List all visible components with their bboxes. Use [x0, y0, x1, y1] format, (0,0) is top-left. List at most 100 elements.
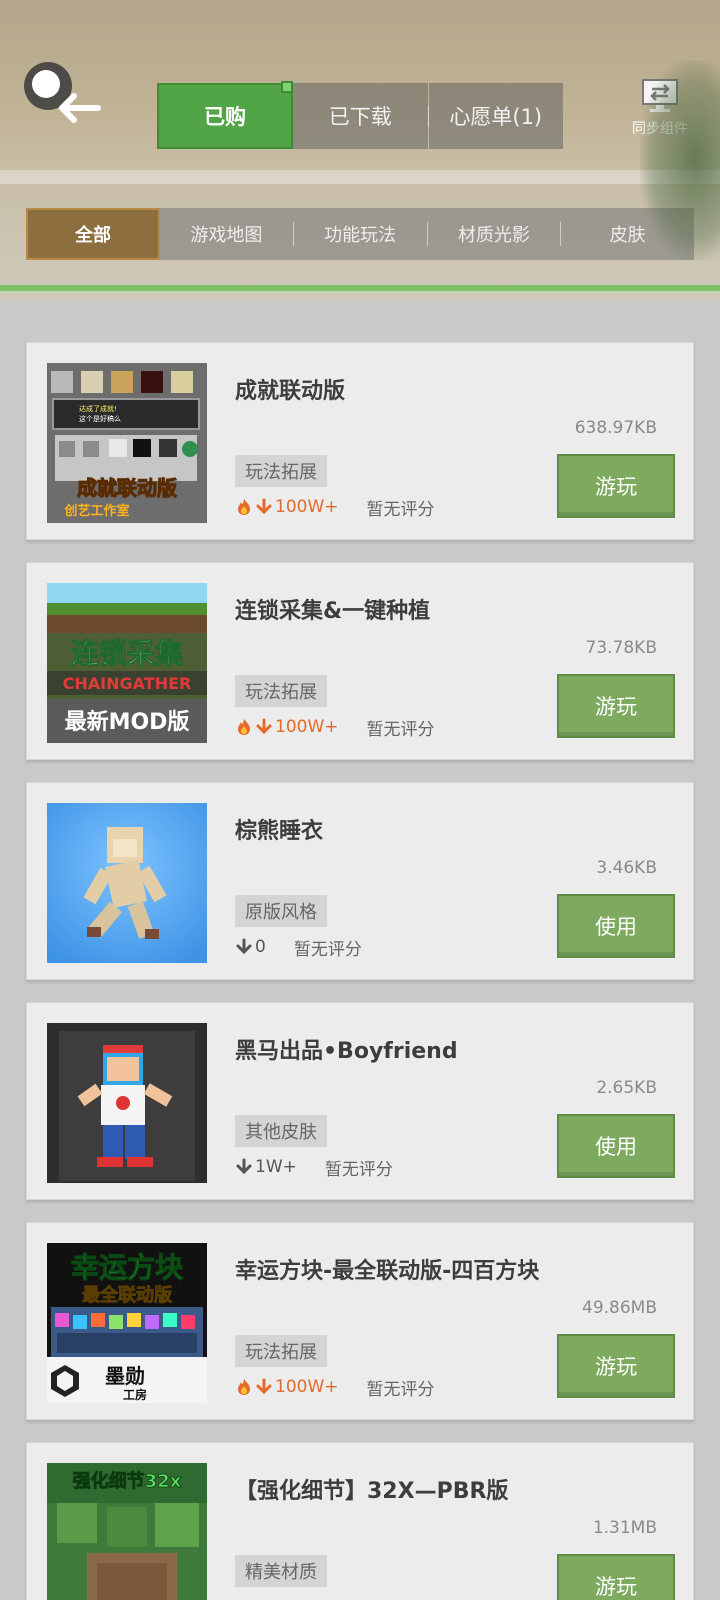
- fire-icon: [238, 719, 250, 735]
- category-maps[interactable]: 游戏地图: [160, 208, 293, 260]
- item-title: 【强化细节】32X—PBR版: [235, 1479, 509, 1504]
- item-rating: 暂无评分: [366, 499, 435, 520]
- thumb-title: 幸运方块: [71, 1251, 183, 1284]
- tab-purchased-label: 已购: [204, 105, 246, 129]
- thumb-subtitle: 最全联动版: [82, 1284, 172, 1306]
- thumb-title: 成就联动版: [77, 476, 177, 500]
- list-item[interactable]: 幸运方块 最全联动版 墨勋 工房 幸运方块-最全联动版-四百方块 49.86MB…: [26, 1222, 694, 1420]
- item-tag: 精美材质: [235, 1555, 327, 1587]
- tab-wishlist[interactable]: 心愿单(1): [428, 83, 563, 149]
- item-thumbnail[interactable]: 幸运方块 最全联动版 墨勋 工房: [47, 1243, 207, 1403]
- item-thumbnail[interactable]: [47, 1023, 207, 1183]
- category-all-label: 全部: [75, 225, 111, 246]
- item-size: 1.31MB: [592, 1518, 657, 1538]
- item-thumbnail[interactable]: 强化细节32x: [47, 1463, 207, 1600]
- item-title: 成就联动版: [235, 379, 346, 404]
- play-button[interactable]: 游玩: [557, 454, 675, 518]
- download-count-value: 100W+: [275, 717, 339, 737]
- download-count-value: 100W+: [275, 497, 339, 517]
- thumb-popup-text-2: 这个是好稿么: [79, 414, 121, 423]
- download-count: 0: [235, 937, 266, 957]
- thumb-subtitle-3: 工房: [123, 1387, 147, 1402]
- use-button[interactable]: 使用: [557, 1114, 675, 1178]
- download-arrow-icon: [236, 1158, 252, 1175]
- item-size: 638.97KB: [574, 418, 657, 438]
- play-button[interactable]: 游玩: [557, 1334, 675, 1398]
- tab-wishlist-label: 心愿单(1): [449, 105, 543, 129]
- list-item[interactable]: 黑马出品•Boyfriend 2.65KB 其他皮肤 1W+ 暂无评分 使用: [26, 1002, 694, 1200]
- item-rating: 暂无评分: [324, 1159, 393, 1180]
- category-bar: 全部 游戏地图 功能玩法 材质光影 皮肤: [26, 208, 694, 260]
- download-arrow-icon: [256, 718, 272, 735]
- category-all[interactable]: 全部: [26, 208, 160, 260]
- fire-icon: [238, 499, 250, 515]
- item-rating: 暂无评分: [293, 939, 362, 960]
- item-stats: 100W+ 暂无评分: [235, 1375, 435, 1400]
- download-count-value: 0: [255, 937, 266, 957]
- category-gameplay[interactable]: 功能玩法: [294, 208, 427, 260]
- category-maps-label: 游戏地图: [190, 225, 263, 246]
- sync-components-button[interactable]: 同步组件: [620, 78, 700, 142]
- item-size: 3.46KB: [596, 858, 657, 878]
- item-tag: 玩法拓展: [235, 1335, 327, 1367]
- item-tag: 原版风格: [235, 895, 327, 927]
- download-count: 100W+: [235, 497, 339, 517]
- tab-downloaded-label: 已下载: [328, 105, 392, 129]
- item-stats: 100W+ 暂无评分: [235, 495, 435, 520]
- top-tabs: 已购 已下载 心愿单(1): [157, 81, 563, 149]
- thumb-title: 连锁采集: [71, 637, 183, 670]
- sync-monitor-icon: [642, 79, 678, 112]
- item-stats: 1W+ 暂无评分: [235, 1155, 393, 1180]
- use-button[interactable]: 使用: [557, 894, 675, 958]
- play-button[interactable]: 游玩: [557, 674, 675, 738]
- item-stats: 0 暂无评分: [235, 935, 362, 960]
- item-size: 73.78KB: [585, 638, 657, 658]
- item-title: 黑马出品•Boyfriend: [235, 1039, 458, 1064]
- item-title: 棕熊睡衣: [235, 819, 324, 844]
- purchased-list: 达成了成就! 这个是好稿么 成就联动版 创艺工作室 成就联动版 638.97KB…: [26, 342, 694, 1600]
- item-thumbnail[interactable]: 达成了成就! 这个是好稿么 成就联动版 创艺工作室: [47, 363, 207, 523]
- tab-corner-decoration: [281, 81, 293, 93]
- category-gameplay-label: 功能玩法: [324, 225, 397, 246]
- item-title: 连锁采集&一键种植: [235, 599, 431, 624]
- item-rating: 暂无评分: [366, 719, 435, 740]
- item-thumbnail[interactable]: [47, 803, 207, 963]
- tab-downloaded[interactable]: 已下载: [293, 83, 428, 149]
- list-item[interactable]: 连锁采集 CHAINGATHER 最新MOD版 连锁采集&一键种植 73.78K…: [26, 562, 694, 760]
- header: 已购 已下载 心愿单(1) 同步组件 全部 游戏地图 功能玩法 材质光影 皮肤: [0, 0, 720, 300]
- item-stats: 100W+ 暂无评分: [235, 715, 435, 740]
- item-title: 幸运方块-最全联动版-四百方块: [235, 1259, 540, 1284]
- category-skins-label: 皮肤: [609, 225, 646, 246]
- thumb-subtitle-2: 墨勋: [105, 1364, 145, 1388]
- item-size: 2.65KB: [596, 1078, 657, 1098]
- list-item[interactable]: 棕熊睡衣 3.46KB 原版风格 0 暂无评分 使用: [26, 782, 694, 980]
- list-item[interactable]: 达成了成就! 这个是好稿么 成就联动版 创艺工作室 成就联动版 638.97KB…: [26, 342, 694, 540]
- category-skins[interactable]: 皮肤: [561, 208, 694, 260]
- download-count-value: 1W+: [255, 1157, 297, 1177]
- sync-label: 同步组件: [632, 121, 688, 137]
- download-arrow-icon: [256, 498, 272, 515]
- item-tag: 其他皮肤: [235, 1115, 327, 1147]
- category-textures[interactable]: 材质光影: [428, 208, 561, 260]
- download-arrow-icon: [236, 938, 252, 955]
- thumb-subtitle: CHAINGATHER: [63, 674, 192, 693]
- thumb-title: 强化细节32x: [73, 1470, 182, 1492]
- item-rating: 暂无评分: [366, 1379, 435, 1400]
- back-arrow-icon: [24, 62, 101, 123]
- list-item[interactable]: 强化细节32x 【强化细节】32X—PBR版 1.31MB 精美材质 游玩: [26, 1442, 694, 1600]
- header-divider: [0, 285, 720, 293]
- download-count: 100W+: [235, 1377, 339, 1397]
- thumb-popup-text: 达成了成就!: [79, 404, 117, 413]
- category-textures-label: 材质光影: [457, 225, 530, 246]
- play-button[interactable]: 游玩: [557, 1554, 675, 1600]
- item-tag: 玩法拓展: [235, 675, 327, 707]
- tab-purchased[interactable]: 已购: [157, 81, 293, 149]
- download-arrow-icon: [256, 1378, 272, 1395]
- item-size: 49.86MB: [582, 1298, 657, 1318]
- download-count-value: 100W+: [275, 1377, 339, 1397]
- back-button[interactable]: [18, 58, 108, 130]
- thumb-subtitle: 创艺工作室: [63, 503, 129, 519]
- thumb-subtitle-2: 最新MOD版: [65, 709, 190, 735]
- download-count: 1W+: [235, 1157, 297, 1177]
- item-thumbnail[interactable]: 连锁采集 CHAINGATHER 最新MOD版: [47, 583, 207, 743]
